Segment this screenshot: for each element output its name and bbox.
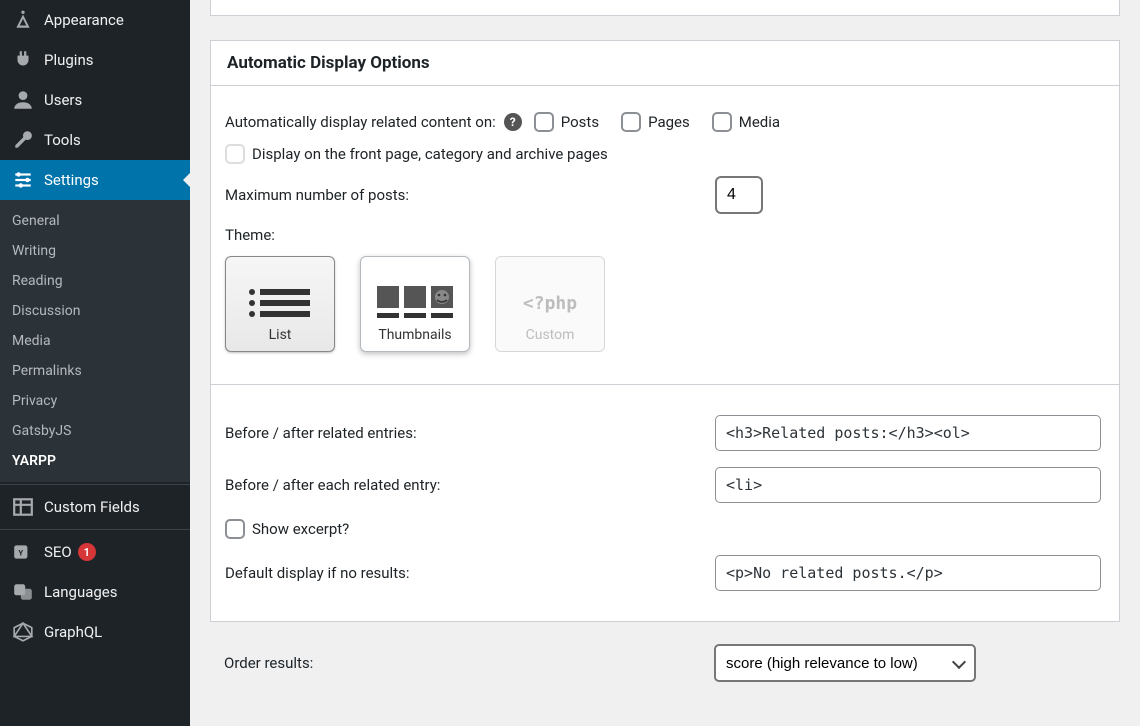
languages-icon [12, 581, 34, 603]
sidebar-item-graphql[interactable]: GraphQL [0, 612, 190, 652]
submenu-item-media[interactable]: Media [0, 326, 190, 356]
order-results-label: Order results: [224, 654, 714, 672]
checkbox-media[interactable] [712, 112, 732, 132]
svg-text:Y: Y [18, 548, 23, 557]
help-icon[interactable]: ? [504, 113, 522, 131]
max-posts-label: Maximum number of posts: [225, 186, 715, 204]
sidebar-item-tools[interactable]: Tools [0, 120, 190, 160]
theme-label: Theme: [225, 226, 275, 244]
seo-icon: Y [12, 541, 34, 563]
autodisplay-label: Automatically display related content on… [225, 113, 496, 131]
no-results-label: Default display if no results: [225, 564, 715, 582]
admin-sidebar: Appearance Plugins Users Tools Settings … [0, 0, 190, 726]
sidebar-item-label: Settings [44, 171, 99, 189]
list-icon [240, 285, 320, 321]
theme-option-label: Thumbnails [378, 327, 451, 343]
settings-icon [12, 169, 34, 191]
checkbox-posts[interactable] [534, 112, 554, 132]
sidebar-item-label: Custom Fields [44, 498, 140, 516]
php-icon: <?php [510, 285, 590, 321]
checkbox-posts-wrap[interactable]: Posts [534, 112, 599, 132]
sidebar-item-users[interactable]: Users [0, 80, 190, 120]
checkbox-frontpage-label: Display on the front page, category and … [252, 145, 608, 163]
plugins-icon [12, 49, 34, 71]
checkbox-posts-label: Posts [561, 113, 599, 131]
before-each-input[interactable] [715, 467, 1101, 503]
tools-icon [12, 129, 34, 151]
before-entries-input[interactable] [715, 415, 1101, 451]
submenu-item-permalinks[interactable]: Permalinks [0, 356, 190, 386]
checkbox-media-label: Media [739, 113, 780, 131]
checkbox-pages[interactable] [621, 112, 641, 132]
sidebar-item-label: Appearance [44, 11, 124, 29]
checkbox-pages-label: Pages [648, 113, 690, 131]
main-content: Automatic Display Options Automatically … [190, 0, 1140, 726]
theme-option-list[interactable]: List [225, 256, 335, 352]
sidebar-item-languages[interactable]: Languages [0, 572, 190, 612]
submenu-item-privacy[interactable]: Privacy [0, 386, 190, 416]
submenu-item-writing[interactable]: Writing [0, 236, 190, 266]
no-results-input[interactable] [715, 555, 1101, 591]
thumbnails-icon [375, 285, 455, 321]
theme-option-label: List [269, 327, 292, 343]
sidebar-item-plugins[interactable]: Plugins [0, 40, 190, 80]
sidebar-item-custom-fields[interactable]: Custom Fields [0, 487, 190, 527]
submenu-item-gatsbyjs[interactable]: GatsbyJS [0, 416, 190, 446]
sidebar-item-label: Users [44, 91, 82, 109]
submenu-item-yarpp[interactable]: YARPP [0, 446, 190, 476]
graphql-icon [12, 621, 34, 643]
submenu-item-discussion[interactable]: Discussion [0, 296, 190, 326]
submenu-item-general[interactable]: General [0, 206, 190, 236]
checkbox-pages-wrap[interactable]: Pages [621, 112, 690, 132]
template-options: Before / after related entries: Before /… [211, 384, 1119, 621]
grid-icon [12, 496, 34, 518]
theme-chooser: List Thumbnails <?php Custom [225, 256, 605, 352]
checkbox-excerpt-wrap[interactable]: Show excerpt? [225, 519, 349, 539]
sidebar-item-label: Tools [44, 131, 81, 149]
sidebar-item-label: Languages [44, 583, 118, 601]
automatic-display-panel: Automatic Display Options Automatically … [210, 40, 1120, 622]
before-entries-label: Before / after related entries: [225, 424, 715, 442]
max-posts-input[interactable] [715, 176, 763, 214]
theme-option-label: Custom [526, 327, 575, 343]
appearance-icon [12, 9, 34, 31]
previous-panel-edge [210, 0, 1120, 16]
sidebar-item-label: SEO [44, 543, 72, 561]
checkbox-excerpt[interactable] [225, 519, 245, 539]
sidebar-item-label: GraphQL [44, 623, 102, 641]
order-results-select[interactable]: score (high relevance to low) [714, 644, 976, 682]
sidebar-item-seo[interactable]: Y SEO 1 [0, 532, 190, 572]
users-icon [12, 89, 34, 111]
checkbox-media-wrap[interactable]: Media [712, 112, 780, 132]
theme-option-custom[interactable]: <?php Custom [495, 256, 605, 352]
settings-submenu: General Writing Reading Discussion Media… [0, 200, 190, 482]
sidebar-item-appearance[interactable]: Appearance [0, 0, 190, 40]
checkbox-excerpt-label: Show excerpt? [252, 520, 349, 538]
seo-badge: 1 [78, 543, 96, 561]
submenu-item-reading[interactable]: Reading [0, 266, 190, 296]
panel-title: Automatic Display Options [211, 41, 1119, 86]
checkbox-frontpage[interactable] [225, 144, 245, 164]
sidebar-item-label: Plugins [44, 51, 93, 69]
checkbox-frontpage-wrap[interactable]: Display on the front page, category and … [225, 144, 608, 164]
sidebar-item-settings[interactable]: Settings [0, 160, 190, 200]
before-each-label: Before / after each related entry: [225, 476, 715, 494]
theme-option-thumbnails[interactable]: Thumbnails [360, 256, 470, 352]
